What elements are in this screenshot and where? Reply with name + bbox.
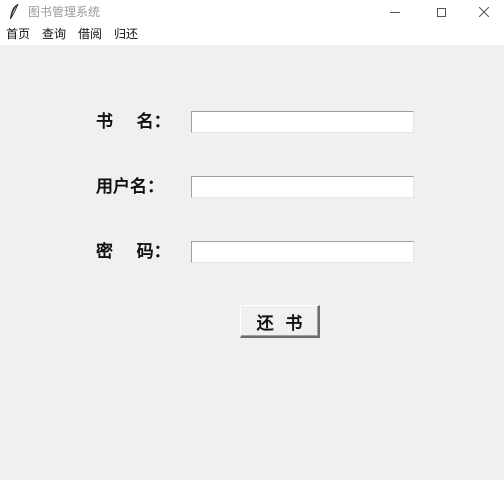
feather-icon — [10, 3, 19, 19]
username-input[interactable] — [191, 176, 414, 198]
window-title: 图书管理系统 — [28, 5, 101, 19]
password-label: 密 码： — [96, 242, 171, 262]
book-name-label: 书 名： — [96, 112, 171, 132]
title-bar: 图书管理系统 — [0, 0, 504, 24]
menu-item-borrow[interactable]: 借阅 — [72, 24, 108, 45]
menu-bar: 首页 查询 借阅 归还 — [0, 24, 504, 45]
close-button[interactable] — [464, 0, 504, 24]
maximize-icon — [436, 7, 446, 17]
menu-item-search[interactable]: 查询 — [36, 24, 72, 45]
maximize-button[interactable] — [418, 0, 464, 24]
minimize-icon — [390, 11, 400, 13]
app-window: 图书管理系统 首页 查询 借阅 归还 书 名： 用户名： 密 码： 还 书 — [0, 0, 504, 480]
username-label: 用户名： — [96, 177, 164, 197]
close-icon — [479, 7, 489, 17]
return-book-button[interactable]: 还 书 — [240, 305, 320, 338]
menu-item-home[interactable]: 首页 — [0, 24, 36, 45]
minimize-button[interactable] — [372, 0, 418, 24]
menu-item-return[interactable]: 归还 — [108, 24, 144, 45]
book-name-input[interactable] — [191, 111, 414, 133]
password-input[interactable] — [191, 241, 414, 263]
